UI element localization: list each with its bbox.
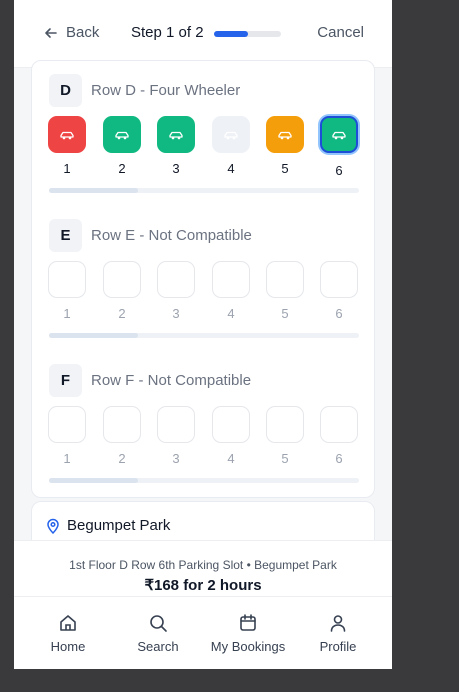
search-icon (150, 615, 167, 632)
slot-number: 1 (63, 306, 71, 321)
back-button[interactable]: Back (44, 24, 99, 41)
booking-screen: Back Step 1 of 2 Cancel D Row D - Four W… (14, 0, 392, 669)
header: Back Step 1 of 2 Cancel (14, 0, 392, 68)
row-header: F Row F - Not Compatible (49, 364, 251, 397)
parking-slot-incompatible (48, 261, 86, 298)
slot-number: 3 (172, 451, 180, 466)
parking-slot-occupied[interactable] (48, 116, 86, 153)
slot-number: 6 (335, 451, 343, 466)
slot-number: 2 (118, 451, 126, 466)
parking-slot-unavailable (212, 116, 250, 153)
parking-slot-available[interactable] (157, 116, 195, 153)
row-scrollbar[interactable] (49, 333, 359, 338)
arrow-left-icon (45, 27, 57, 38)
booking-price: ₹168 for 2 hours (144, 577, 262, 594)
parking-slot-incompatible (266, 406, 304, 443)
parking-slot-incompatible (157, 406, 195, 443)
calendar-icon (240, 614, 256, 631)
scrollbar-thumb[interactable] (49, 333, 138, 338)
nav-item-home[interactable]: Home (23, 613, 113, 654)
slot-number: 1 (63, 161, 71, 176)
car-icon (332, 131, 346, 139)
nav-label: Profile (319, 639, 357, 654)
parking-slot-incompatible (266, 261, 304, 298)
home-icon (60, 615, 76, 631)
slot-number: 3 (172, 161, 180, 176)
parking-slot-incompatible (212, 261, 250, 298)
step-progress-fill (214, 31, 248, 37)
parking-slot-incompatible (212, 406, 250, 443)
slot-number: 6 (335, 306, 343, 321)
slot-number: 1 (63, 451, 71, 466)
slot-number: 4 (227, 451, 235, 466)
row-letter: D (49, 74, 82, 107)
parking-slot-incompatible (320, 261, 358, 298)
parking-slot-selected[interactable] (320, 116, 358, 153)
slot-number: 5 (281, 306, 289, 321)
parking-slot-incompatible (48, 406, 86, 443)
parking-slot-incompatible (103, 406, 141, 443)
nav-label: Home (50, 639, 86, 654)
row-title: Row E - Not Compatible (91, 227, 252, 244)
slot-number: 4 (227, 306, 235, 321)
nav-item-search[interactable]: Search (113, 613, 203, 654)
row-header: D Row D - Four Wheeler (49, 74, 240, 107)
slot-number: 4 (227, 161, 235, 176)
user-icon (330, 615, 346, 632)
parking-slot-incompatible (320, 406, 358, 443)
parking-slot-incompatible (103, 261, 141, 298)
back-label: Back (66, 24, 100, 41)
parking-slot-available[interactable] (103, 116, 141, 153)
slot-number: 6 (335, 163, 343, 178)
row-header: E Row E - Not Compatible (49, 219, 252, 252)
car-icon (224, 131, 238, 139)
scrollbar-thumb[interactable] (49, 188, 138, 193)
slot-number: 5 (281, 161, 289, 176)
map-pin-icon (47, 518, 59, 534)
car-icon (115, 131, 129, 139)
scrollbar-thumb[interactable] (49, 478, 138, 483)
row-letter: E (49, 219, 82, 252)
nav-label: Search (137, 639, 179, 654)
row-scrollbar[interactable] (49, 188, 359, 193)
slot-number: 5 (281, 451, 289, 466)
slot-number: 3 (172, 306, 180, 321)
slot-number: 2 (118, 306, 126, 321)
nav-item-profile[interactable]: Profile (293, 613, 383, 654)
car-icon (169, 131, 183, 139)
parking-slot-incompatible (157, 261, 195, 298)
row-scrollbar[interactable] (49, 478, 359, 483)
car-icon (278, 131, 292, 139)
nav-item-my-bookings[interactable]: My Bookings (203, 613, 293, 654)
nav-label: My Bookings (210, 639, 286, 654)
booking-summary: 1st Floor D Row 6th Parking Slot • Begum… (14, 540, 392, 596)
bottom-nav: Home Search My Bookings Profile (14, 596, 392, 669)
step-progress-bar (214, 31, 281, 37)
step-indicator: Step 1 of 2 (131, 24, 204, 41)
cancel-button[interactable]: Cancel (317, 24, 364, 41)
location-name: Begumpet Park (67, 517, 171, 534)
slot-number: 2 (118, 161, 126, 176)
car-icon (60, 131, 74, 139)
slot-description: 1st Floor D Row 6th Parking Slot • Begum… (69, 558, 337, 572)
parking-slot-reserved[interactable] (266, 116, 304, 153)
row-title: Row D - Four Wheeler (91, 82, 241, 99)
row-title: Row F - Not Compatible (91, 372, 252, 389)
row-letter: F (49, 364, 82, 397)
parking-rows-card: D Row D - Four Wheeler 1 2 3 4 5 6 E Row… (31, 60, 375, 498)
